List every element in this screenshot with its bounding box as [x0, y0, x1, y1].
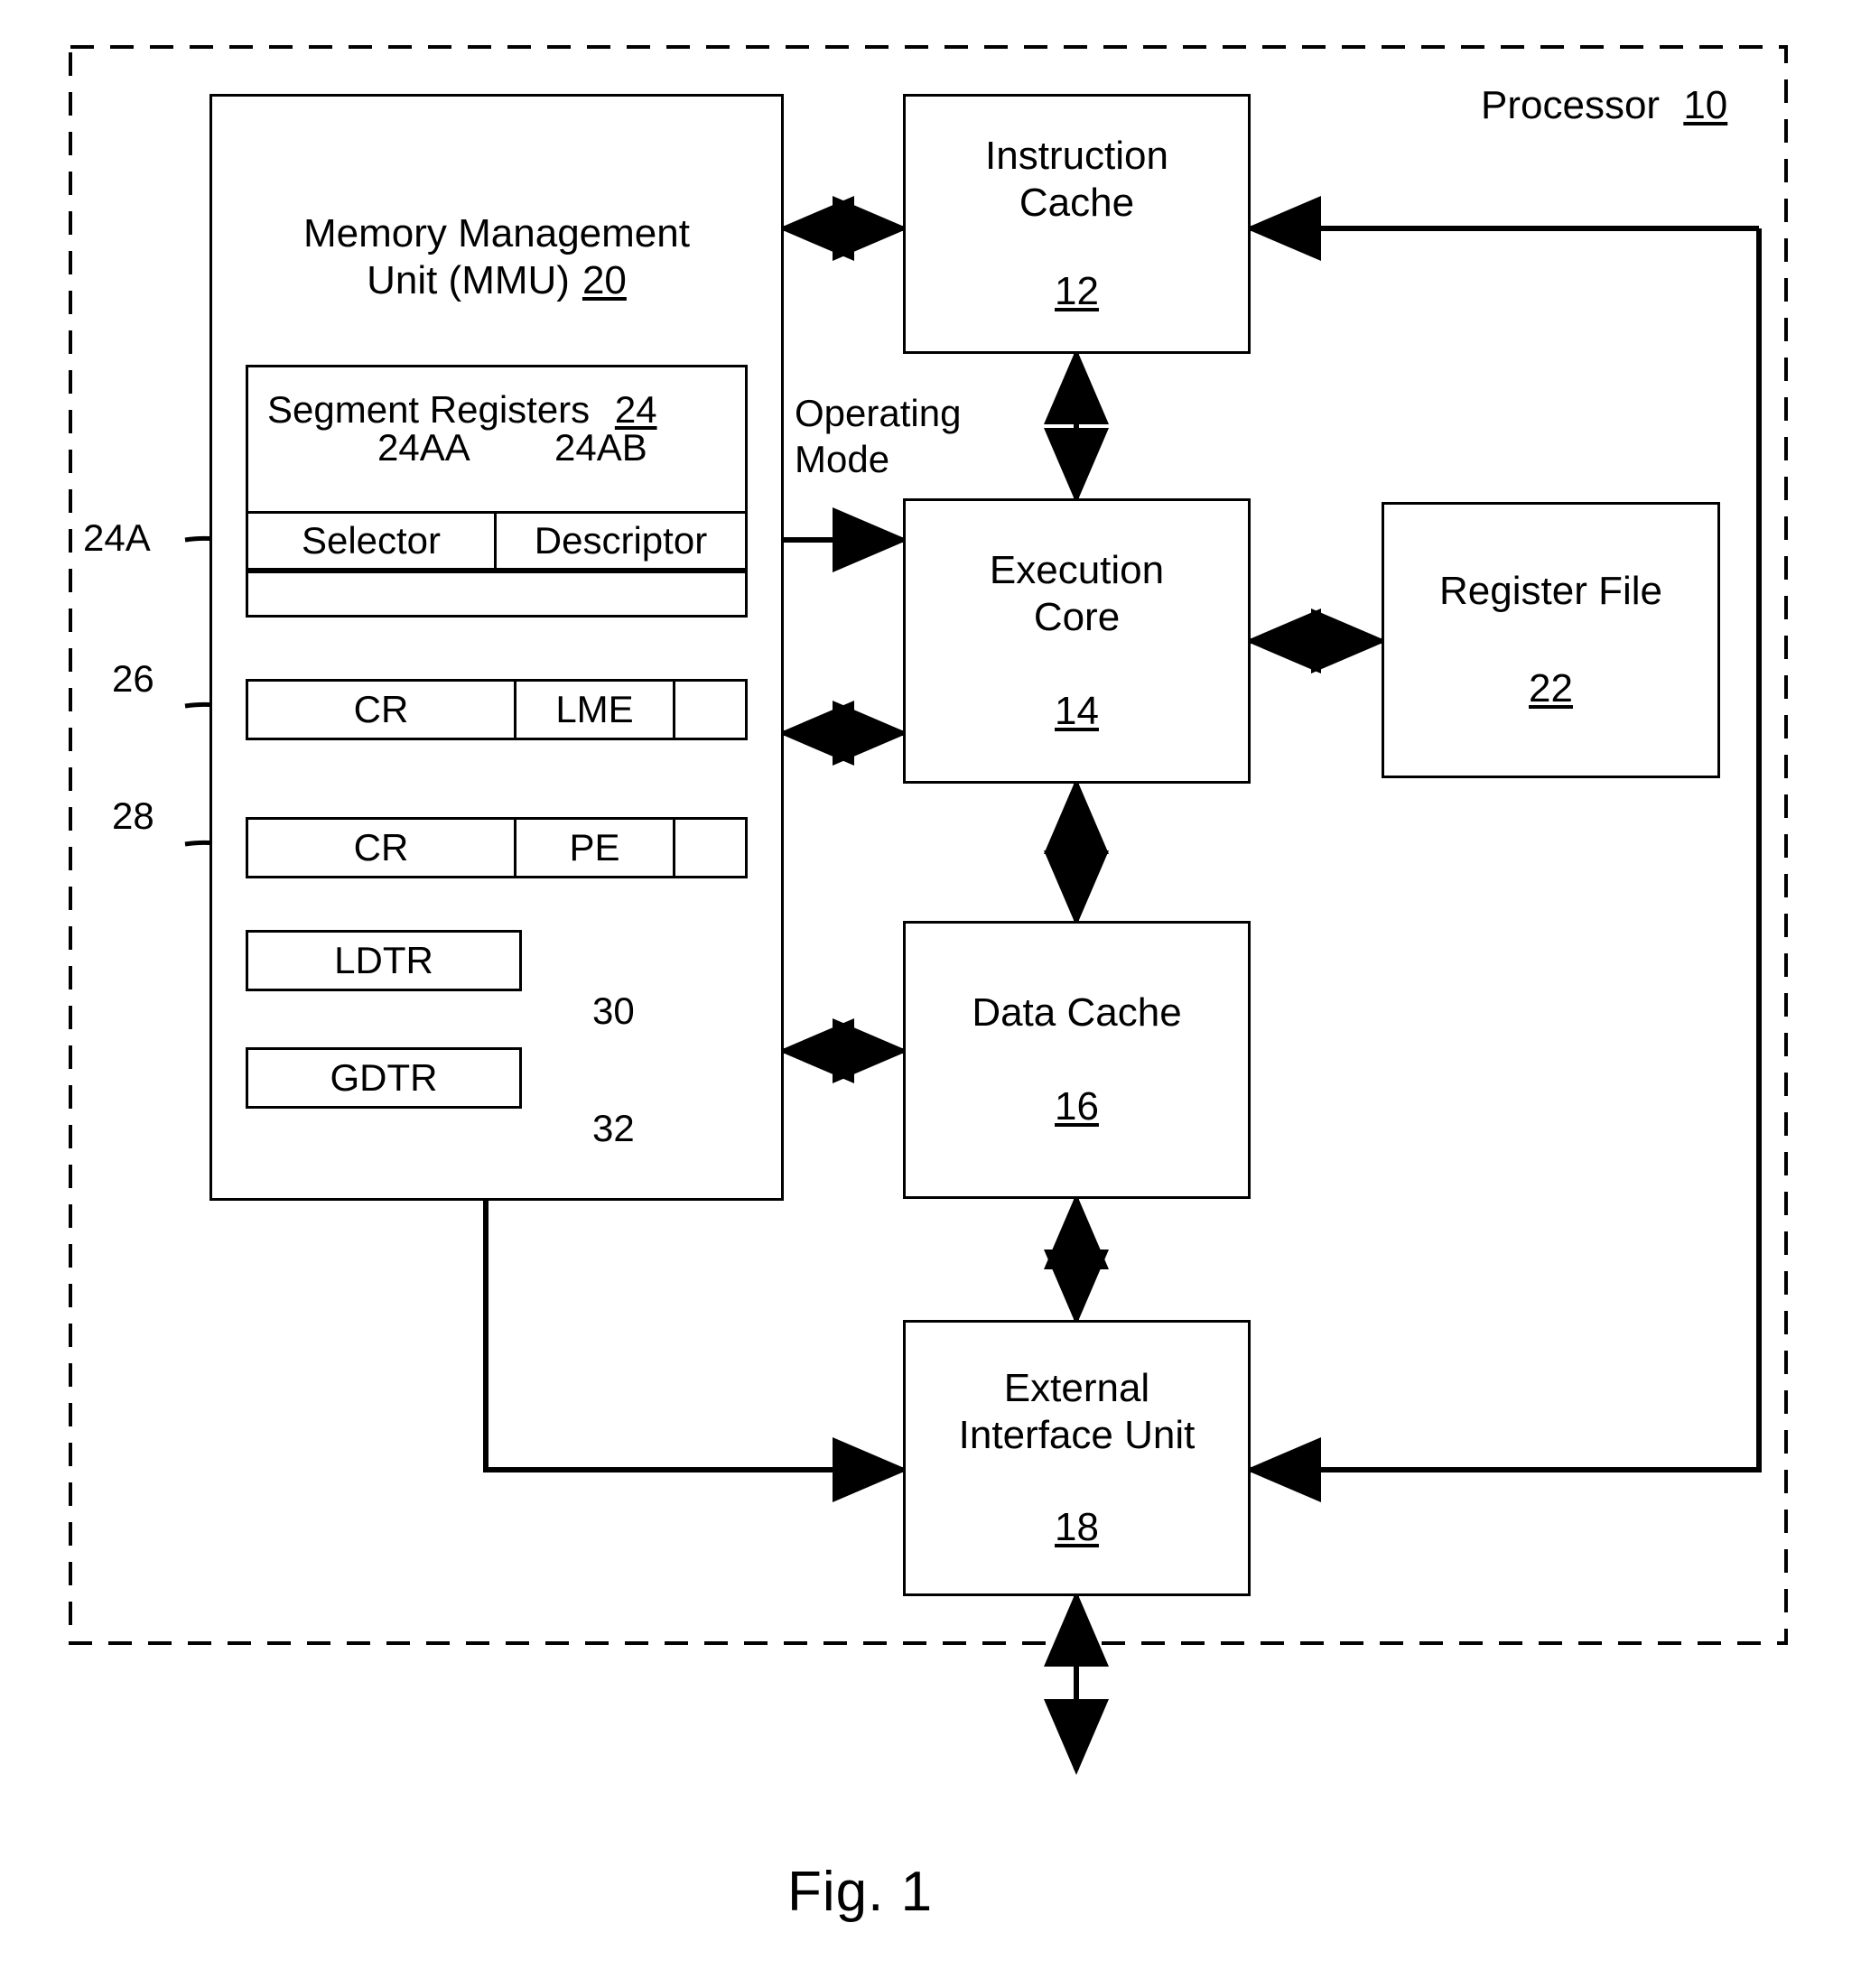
callout-24ab-text: 24AB [554, 426, 647, 469]
mmu-ref: 20 [582, 257, 627, 302]
register-file-line1: Register File [1439, 569, 1662, 614]
ldtr-label: LDTR [334, 939, 433, 981]
ldtr-register[interactable]: LDTR [246, 930, 522, 991]
instruction-cache-line1: Instruction [985, 134, 1168, 179]
cr-cell-lme-label: CR [353, 688, 409, 730]
execution-core-ref: 14 [1055, 688, 1099, 733]
execution-core-line1: Execution [989, 548, 1165, 593]
control-register-pe-row[interactable]: CR PE [246, 817, 748, 878]
mmu-block[interactable]: Memory Management Unit (MMU) 20 [209, 94, 784, 1201]
cr-cell-pe-label: CR [353, 826, 409, 869]
processor-label: Processor 10 [1481, 83, 1727, 128]
processor-label-text: Processor [1481, 83, 1661, 127]
pe-spare-cell[interactable] [675, 820, 745, 876]
callout-32-text: 32 [592, 1107, 635, 1149]
operating-mode-line1: Operating [795, 392, 962, 434]
eiu-ref: 18 [1055, 1504, 1099, 1549]
control-register-lme-row[interactable]: CR LME [246, 679, 748, 740]
patent-figure-page: Processor 10 Memory Management Unit (MMU… [0, 0, 1861, 1988]
callout-32: 32 [592, 1107, 635, 1150]
register-file-ref: 22 [1529, 666, 1573, 711]
data-cache-ref: 16 [1055, 1084, 1099, 1129]
callout-24a-text: 24A [83, 516, 151, 559]
mmu-title-line1: Memory Management [303, 211, 690, 255]
callout-30-text: 30 [592, 989, 635, 1032]
callout-28: 28 [112, 794, 154, 838]
processor-ref: 10 [1683, 83, 1728, 127]
lme-spare-cell[interactable] [675, 682, 745, 738]
external-interface-unit-block[interactable]: External Interface Unit 18 [903, 1320, 1251, 1596]
figure-caption: Fig. 1 [787, 1860, 933, 1924]
selector-cell-label: Selector [301, 519, 442, 562]
segment-registers-title: Segment Registers 24 [267, 388, 657, 432]
lme-cell-label: LME [555, 688, 634, 730]
gdtr-cell[interactable]: GDTR [248, 1056, 519, 1100]
eiu-line2: Interface Unit [958, 1413, 1196, 1458]
mmu-title-line2: Unit (MMU) [367, 257, 570, 302]
callout-24a: 24A [83, 516, 151, 560]
descriptor-cell[interactable]: Descriptor [497, 514, 745, 568]
cr-cell-lme[interactable]: CR [248, 682, 516, 738]
descriptor-cell-label: Descriptor [534, 519, 708, 562]
cr-cell-pe[interactable]: CR [248, 820, 516, 876]
data-cache-line1: Data Cache [972, 990, 1182, 1036]
execution-core-line2: Core [1033, 595, 1121, 640]
data-cache-block[interactable]: Data Cache 16 [903, 921, 1251, 1199]
segment-register-entry-row[interactable]: Selector Descriptor [246, 511, 748, 571]
instruction-cache-line2: Cache [1019, 181, 1135, 226]
register-file-block[interactable]: Register File 22 [1382, 502, 1720, 778]
instruction-cache-block[interactable]: Instruction Cache 12 [903, 94, 1251, 354]
callout-24ab: 24AB [554, 426, 647, 469]
callout-24aa: 24AA [377, 426, 470, 469]
operating-mode-line2: Mode [795, 438, 890, 481]
callout-26: 26 [112, 657, 154, 701]
mmu-title-line2-wrap: Unit (MMU) 20 [303, 257, 690, 304]
pe-cell-label: PE [569, 826, 620, 869]
instruction-cache-ref: 12 [1055, 268, 1099, 313]
pe-cell[interactable]: PE [516, 820, 675, 876]
figure-caption-text: Fig. 1 [787, 1861, 934, 1923]
segment-registers-ref: 24 [614, 388, 657, 431]
callout-28-text: 28 [112, 794, 154, 837]
gdtr-label: GDTR [330, 1056, 438, 1099]
selector-cell[interactable]: Selector [248, 514, 497, 568]
ldtr-cell[interactable]: LDTR [248, 939, 519, 982]
segment-registers-title-text: Segment Registers [267, 388, 591, 431]
callout-30: 30 [592, 989, 635, 1033]
segment-register-empty-row[interactable] [246, 571, 748, 618]
callout-26-text: 26 [112, 657, 154, 700]
callout-24aa-text: 24AA [377, 426, 470, 469]
gdtr-register[interactable]: GDTR [246, 1047, 522, 1109]
operating-mode-signal-label: Operating Mode [795, 390, 961, 482]
execution-core-block[interactable]: Execution Core 14 [903, 498, 1251, 784]
lme-cell[interactable]: LME [516, 682, 675, 738]
eiu-line1: External [1003, 1366, 1150, 1411]
